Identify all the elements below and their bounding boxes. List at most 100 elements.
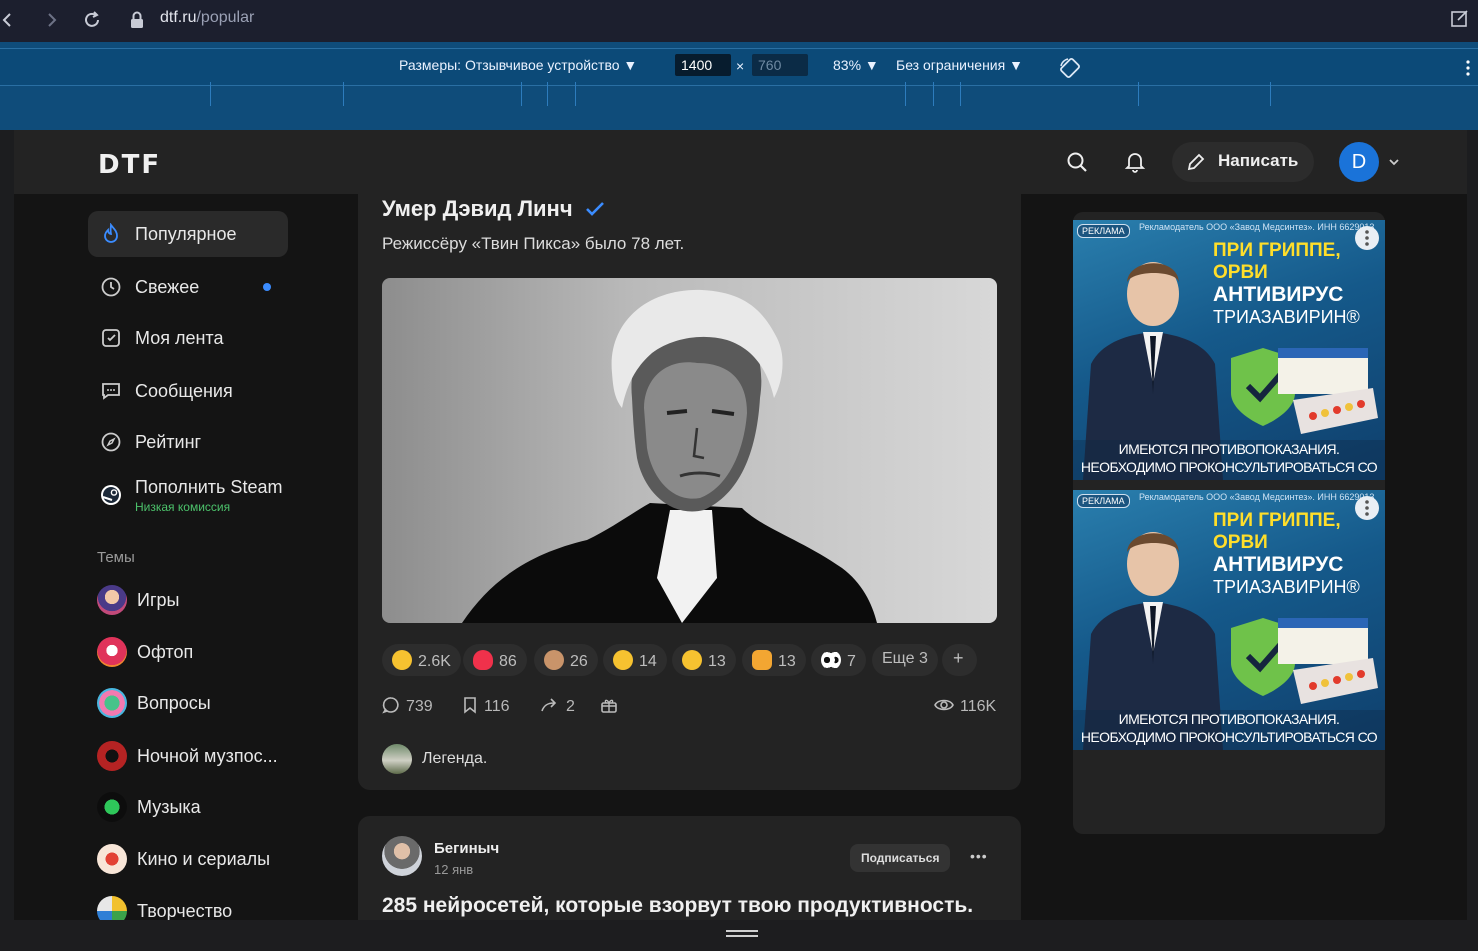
topic-avatar xyxy=(97,844,127,874)
height-input[interactable]: 760 xyxy=(752,54,808,76)
subscribe-button[interactable]: Подписаться xyxy=(850,844,951,872)
ad-line-2: ОРВИ xyxy=(1213,262,1268,283)
commenter-avatar[interactable] xyxy=(382,744,412,774)
salute-emoji-icon xyxy=(544,650,564,670)
post-subtitle: Режиссёру «Твин Пикса» было 78 лет. xyxy=(382,234,685,253)
author-name[interactable]: Бегиныч xyxy=(434,840,499,857)
sidebar-item-label: Моя лента xyxy=(135,328,224,348)
write-button[interactable]: Написать xyxy=(1172,142,1314,182)
ad-line-2: ОРВИ xyxy=(1213,532,1268,553)
topic-label: Вопросы xyxy=(137,693,211,713)
edit-icon[interactable] xyxy=(1450,8,1474,32)
width-input[interactable]: 1400 xyxy=(675,54,731,76)
more-options-icon[interactable] xyxy=(1466,59,1470,77)
rotate-icon[interactable] xyxy=(1058,56,1082,80)
message-icon xyxy=(100,380,122,402)
browser-toolbar: dtf.ru/popular xyxy=(0,0,1478,42)
sidebar-item-label: Рейтинг xyxy=(135,432,202,452)
ad-line-4: ТРИАЗАВИРИН® xyxy=(1213,577,1360,597)
post-title[interactable]: 285 нейросетей, которые взорвут твою про… xyxy=(382,894,973,918)
url-path: /popular xyxy=(196,9,255,26)
topic-games[interactable]: Игры xyxy=(97,585,179,617)
topics-heading: Темы xyxy=(97,549,135,566)
post-title-text: Умер Дэвид Линч xyxy=(382,196,573,221)
lock-icon[interactable] xyxy=(128,8,146,32)
resize-handle-icon[interactable] xyxy=(725,929,759,939)
dimensions-select[interactable]: Размеры: Отзывчивое устройство ▼ xyxy=(399,57,637,73)
bookmarks-count: 116 xyxy=(484,698,510,715)
post-image[interactable] xyxy=(382,278,997,623)
ad-banner[interactable]: РЕКЛАМА Рекламодатель ООО «Завод Медсинт… xyxy=(1073,220,1385,480)
ad-line-4: ТРИАЗАВИРИН® xyxy=(1213,307,1360,327)
address-bar[interactable]: dtf.ru/popular xyxy=(160,9,254,27)
add-reaction-button[interactable]: + xyxy=(942,644,977,676)
reload-icon[interactable] xyxy=(80,8,104,32)
topic-avatar xyxy=(97,792,127,822)
post-title[interactable]: Умер Дэвид Линч xyxy=(382,196,605,222)
topic-music[interactable]: Музыка xyxy=(97,792,201,824)
forward-icon[interactable] xyxy=(40,8,64,32)
topic-avatar xyxy=(97,741,127,771)
reaction-count: 13 xyxy=(708,653,726,670)
topic-night-music[interactable]: Ночной музпос... xyxy=(97,741,278,773)
sidebar-item-rating[interactable]: Рейтинг xyxy=(88,419,288,465)
steam-icon xyxy=(100,484,122,506)
cat-emoji-icon xyxy=(752,650,772,670)
top-comment-text[interactable]: Легенда. xyxy=(422,750,487,768)
reaction-laugh[interactable]: 13 xyxy=(672,644,736,676)
sidebar-item-label: Свежее xyxy=(135,277,200,297)
sidebar-item-fresh[interactable]: Свежее xyxy=(88,264,288,310)
more-reactions-button[interactable]: Еще 3 xyxy=(872,644,938,676)
topic-offtop[interactable]: Офтоп xyxy=(97,637,193,669)
verified-icon xyxy=(585,200,605,218)
reaction-sad[interactable]: 2.6K xyxy=(382,644,461,676)
reaction-count: 26 xyxy=(570,653,588,670)
url-host: dtf.ru xyxy=(160,9,197,26)
user-avatar[interactable]: D xyxy=(1339,142,1379,182)
reaction-count: 2.6K xyxy=(418,653,451,670)
repost-button[interactable]: 2 xyxy=(540,696,575,716)
laugh-emoji-icon xyxy=(682,650,702,670)
heart-icon xyxy=(473,650,493,670)
write-label: Написать xyxy=(1218,151,1299,170)
ad-product-image xyxy=(1231,348,1378,434)
reaction-heart[interactable]: 86 xyxy=(463,644,527,676)
ad-banner[interactable]: РЕКЛАМА Рекламодатель ООО «Завод Медсинт… xyxy=(1073,490,1385,750)
ad-label: РЕКЛАМА xyxy=(1077,224,1130,238)
bookmark-icon xyxy=(463,696,477,714)
throttle-select[interactable]: Без ограничения ▼ xyxy=(896,57,1023,73)
steam-sub-label: Низкая комиссия xyxy=(135,500,231,514)
reaction-cat[interactable]: 13 xyxy=(742,644,806,676)
sidebar-item-steam[interactable]: Пополнить Steam Низкая комиссия xyxy=(88,464,288,516)
more-icon[interactable]: ••• xyxy=(970,848,988,864)
reaction-eyes[interactable]: 7 xyxy=(811,644,866,676)
ad-line-3: АНТИВИРУС xyxy=(1213,553,1344,576)
reaction-salute[interactable]: 26 xyxy=(534,644,598,676)
ad-headline: ПРИ ГРИППЕ, ОРВИ АНТИВИРУС ТРИАЗАВИРИН® xyxy=(1213,240,1383,328)
comments-count: 739 xyxy=(406,698,433,715)
zoom-select[interactable]: 83% ▼ xyxy=(833,57,879,73)
site-header: DTF Написать D xyxy=(14,130,1467,194)
sidebar-item-my-feed[interactable]: Моя лента xyxy=(88,315,288,361)
sidebar-item-popular[interactable]: Популярное xyxy=(88,211,288,257)
topic-movies[interactable]: Кино и сериалы xyxy=(97,844,270,876)
reaction-neutral[interactable]: 14 xyxy=(603,644,667,676)
sidebar-item-label: Популярное xyxy=(135,224,237,244)
bell-icon[interactable] xyxy=(1124,151,1146,173)
sidebar-item-messages[interactable]: Сообщения xyxy=(88,368,288,414)
search-icon[interactable] xyxy=(1066,151,1088,173)
sidebar-item-label: Сообщения xyxy=(135,381,233,401)
chevron-down-icon[interactable] xyxy=(1388,157,1400,167)
gift-button[interactable] xyxy=(600,696,618,714)
portrait-photo xyxy=(462,289,877,623)
bookmark-button[interactable]: 116 xyxy=(463,696,510,716)
topic-avatar xyxy=(97,896,127,920)
ad-column: РЕКЛАМА Рекламодатель ООО «Завод Медсинт… xyxy=(1073,212,1385,834)
topic-creativity[interactable]: Творчество xyxy=(97,896,232,920)
dtf-logo[interactable]: DTF xyxy=(98,150,161,180)
author-avatar[interactable] xyxy=(382,836,422,876)
comments-button[interactable]: 739 xyxy=(382,696,433,716)
topic-questions[interactable]: Вопросы xyxy=(97,688,211,720)
reaction-count: 7 xyxy=(847,653,856,670)
back-icon[interactable] xyxy=(0,8,24,32)
